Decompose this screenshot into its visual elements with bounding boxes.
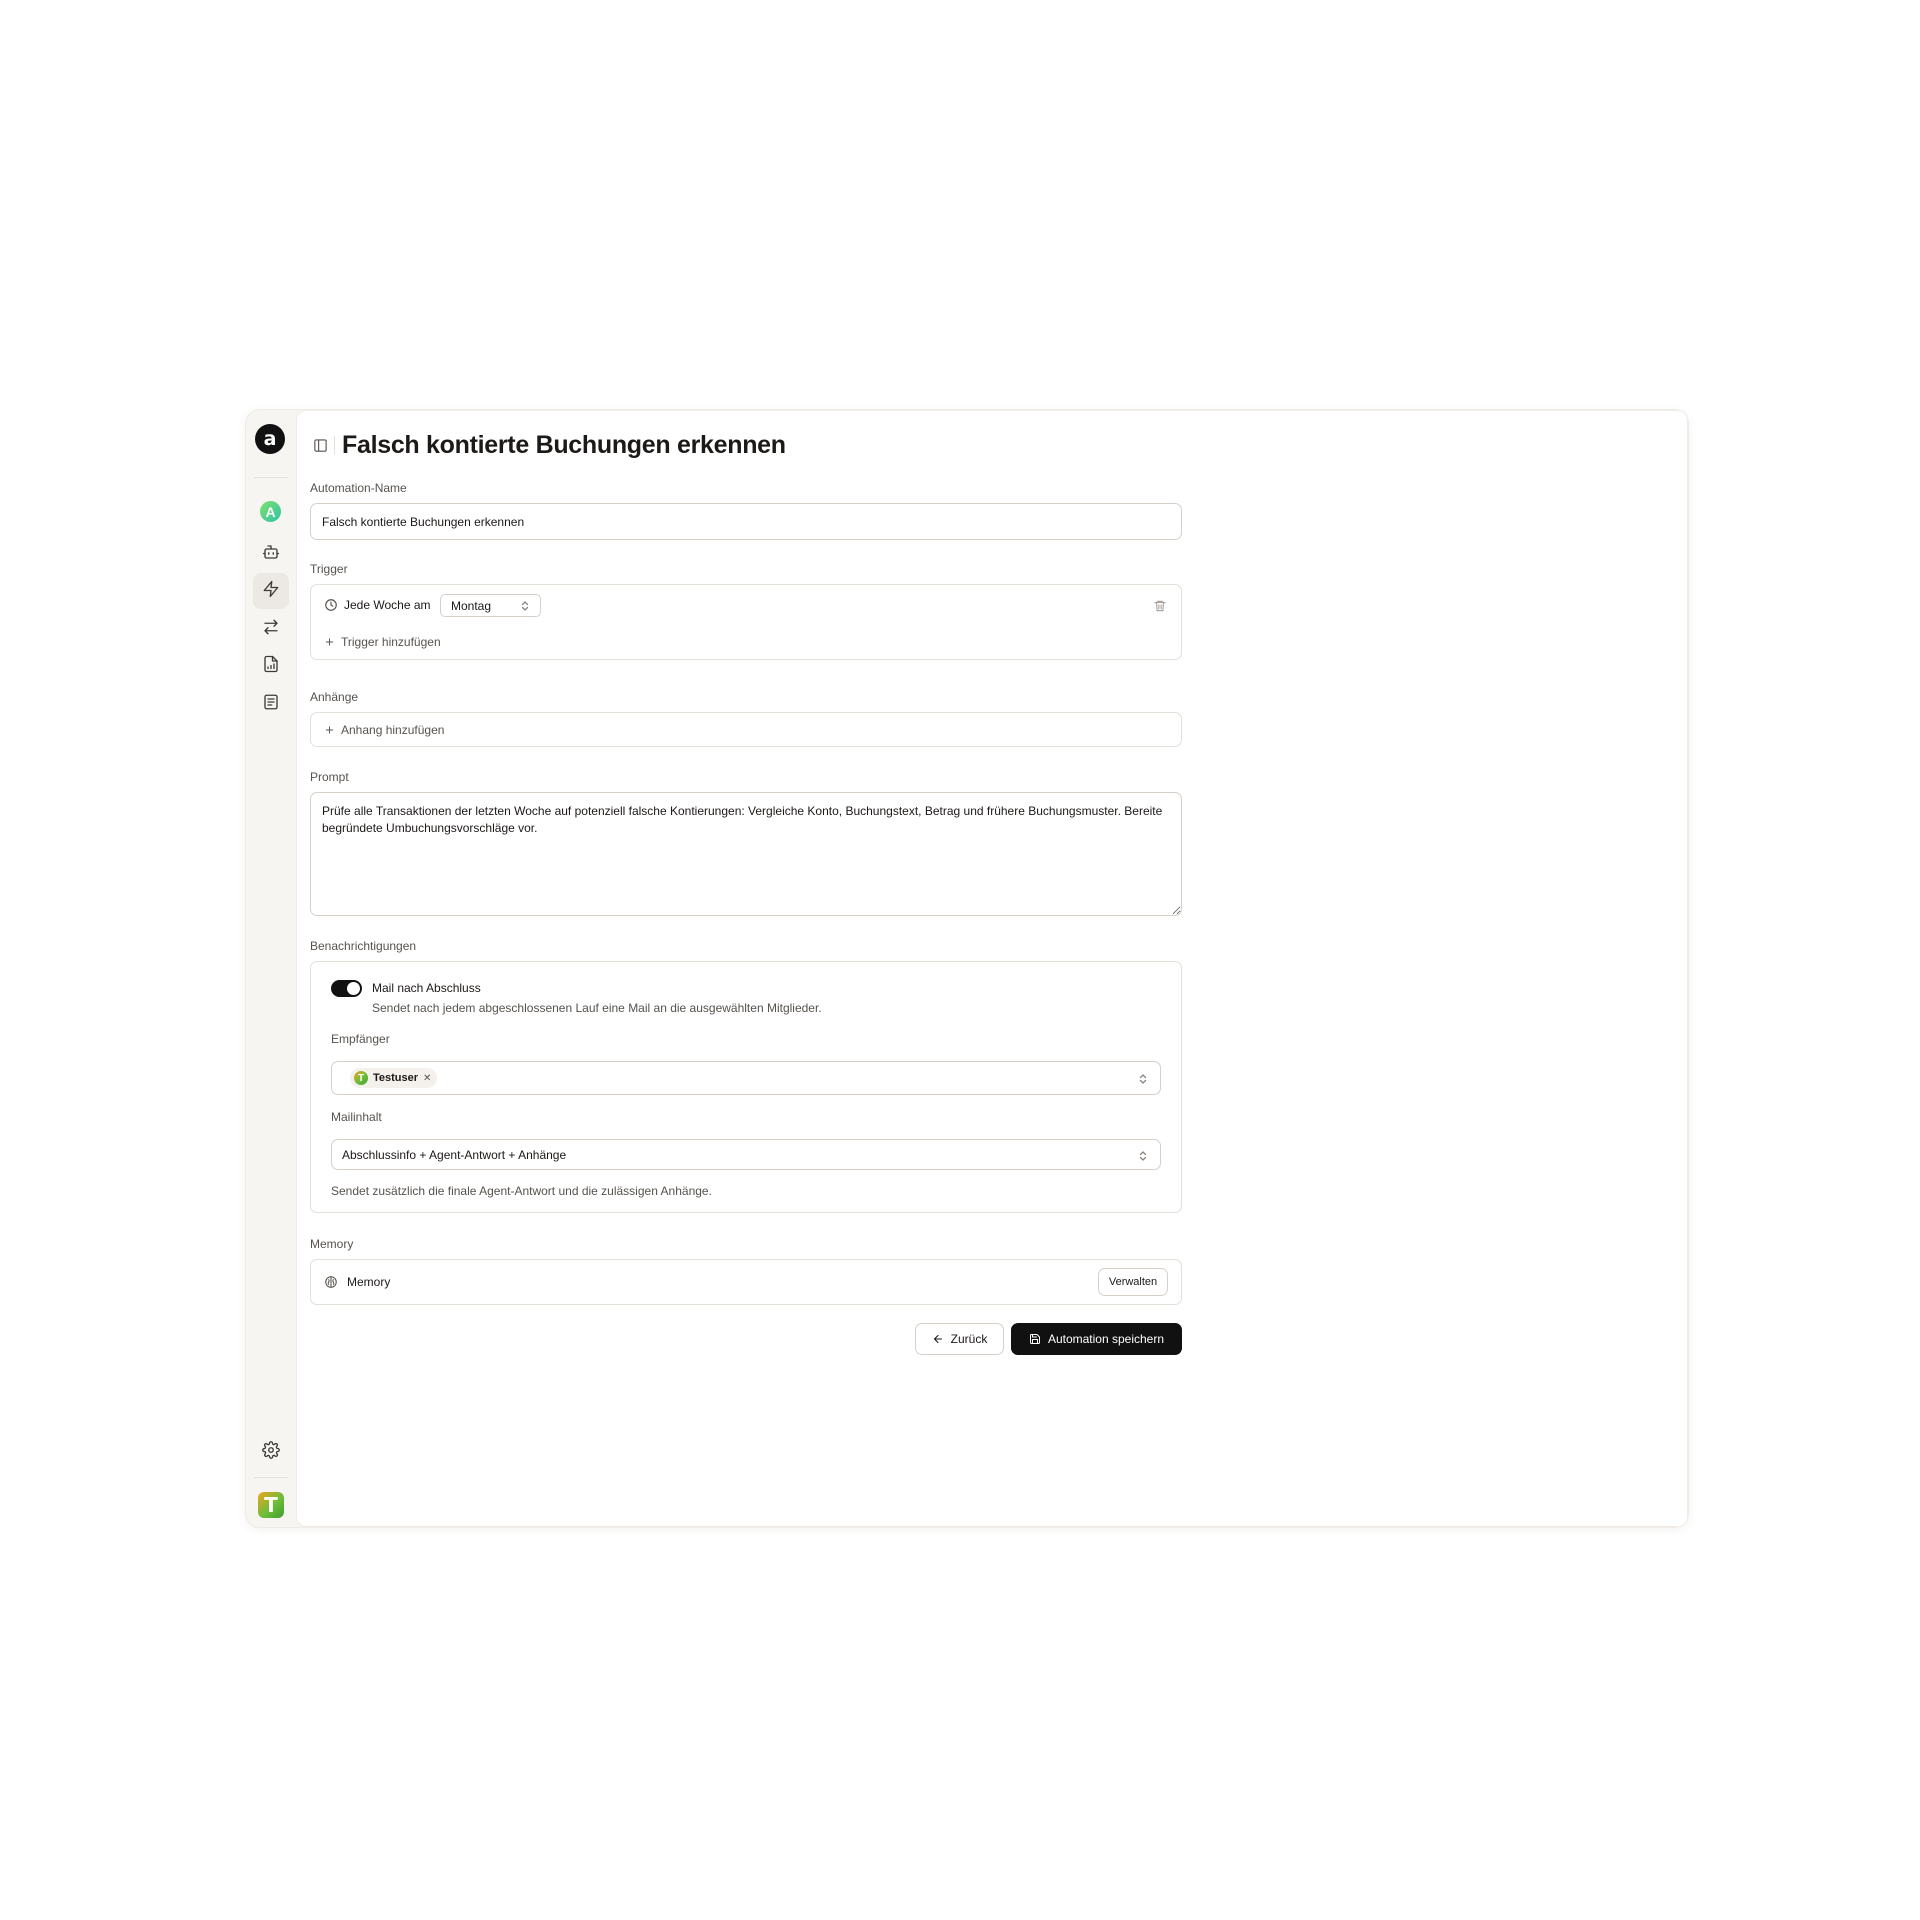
rail-divider [254,1477,288,1478]
mail-after-completion-toggle[interactable] [331,980,362,997]
recipients-select[interactable]: T Testuser ✕ [331,1061,1161,1095]
mail-content-select[interactable]: Abschlussinfo + Agent-Antwort + Anhänge [331,1139,1161,1170]
mail-content-label: Mailinhalt [331,1110,382,1124]
manage-memory-button[interactable]: Verwalten [1098,1268,1168,1296]
mail-toggle-label: Mail nach Abschluss [372,981,481,995]
rail-item-reports[interactable] [253,648,289,684]
prompt-label: Prompt [310,770,349,784]
memory-row: Memory [324,1275,390,1289]
rail-item-documents[interactable] [253,686,289,722]
page-title: Falsch kontierte Buchungen erkennen [342,430,786,459]
automation-name-field-wrapper [310,503,1182,540]
rail-item-transactions[interactable] [253,611,289,647]
mail-content-value: Abschlussinfo + Agent-Antwort + Anhänge [342,1147,567,1162]
user-avatar[interactable]: T [258,1492,284,1518]
arrows-left-right-icon [262,618,280,641]
attachments-box: Anhang hinzufügen [310,712,1182,747]
attachments-label: Anhänge [310,690,359,704]
app-window: a A T Falsch kontierte Buchungen erkenne… [246,410,1688,1527]
mail-content-hint: Sendet zusätzlich die finale Agent-Antwo… [331,1184,712,1198]
rail-item-agents[interactable] [253,536,289,572]
gear-icon [262,1440,280,1464]
sidebar-toggle-icon[interactable] [310,435,330,455]
recipient-chip: T Testuser ✕ [350,1068,438,1088]
arrow-left-icon [932,1333,944,1345]
save-button-label: Automation speichern [1047,1332,1165,1346]
automation-name-label: Automation-Name [310,481,407,495]
chevron-up-down-icon [1138,1149,1148,1161]
recipients-label: Empfänger [331,1032,390,1046]
recipients-chips: T Testuser ✕ [342,1068,438,1088]
brain-icon [324,1275,338,1289]
file-chart-icon [262,655,280,678]
back-button[interactable]: Zurück [915,1323,1004,1355]
trigger-day-value: Montag [451,598,492,613]
chevron-up-down-icon [1138,1072,1148,1084]
notifications-label: Benachrichtigungen [310,939,417,953]
plus-icon [324,635,335,649]
toggle-knob [347,982,360,995]
remove-recipient-icon[interactable]: ✕ [423,1073,431,1084]
zap-icon [262,580,280,603]
page-header: Falsch kontierte Buchungen erkennen [310,427,1182,463]
chevron-up-down-icon [520,600,530,612]
automation-name-input[interactable] [311,504,1181,539]
add-trigger-button[interactable]: Trigger hinzufügen [324,635,441,649]
recipient-name: Testuser [373,1072,419,1084]
add-attachment-button[interactable]: Anhang hinzufügen [324,723,444,737]
trash-icon[interactable] [1153,599,1167,613]
prompt-field-wrapper: Prüfe alle Transaktionen der letzten Woc… [310,792,1182,916]
rail-item-automations[interactable] [253,573,289,609]
notifications-box: Mail nach Abschluss Sendet nach jedem ab… [310,961,1182,1213]
trigger-rule: Jede Woche am [324,598,431,612]
rail-item-settings[interactable] [253,1434,289,1470]
memory-box: Memory Verwalten [310,1259,1182,1305]
rail-divider [254,477,288,478]
prompt-textarea[interactable]: Prüfe alle Transaktionen der letzten Woc… [311,793,1181,915]
trigger-rule-text: Jede Woche am [344,598,431,612]
save-automation-button[interactable]: Automation speichern [1011,1323,1182,1355]
memory-row-label: Memory [347,1275,391,1289]
workspace-avatar[interactable]: A [260,501,281,522]
trigger-label: Trigger [310,562,348,576]
header-divider [334,436,335,454]
back-button-label: Zurück [950,1332,988,1346]
recipient-avatar: T [354,1071,368,1085]
trigger-day-select[interactable]: Montag [440,594,541,617]
mail-toggle-description: Sendet nach jedem abgeschlossenen Lauf e… [372,1001,822,1015]
app-logo[interactable]: a [255,424,285,454]
trigger-box: Jede Woche am Montag Trigger hinzufügen [310,584,1182,660]
clock-icon [324,598,338,612]
add-trigger-label: Trigger hinzufügen [341,635,441,649]
memory-label: Memory [310,1237,354,1251]
list-document-icon [262,693,280,716]
plus-icon [324,723,335,737]
bot-icon [262,543,280,566]
left-rail: a A T [246,410,296,1527]
add-attachment-label: Anhang hinzufügen [341,723,445,737]
main-panel: Falsch kontierte Buchungen erkennen Auto… [296,410,1688,1527]
save-icon [1029,1333,1041,1345]
